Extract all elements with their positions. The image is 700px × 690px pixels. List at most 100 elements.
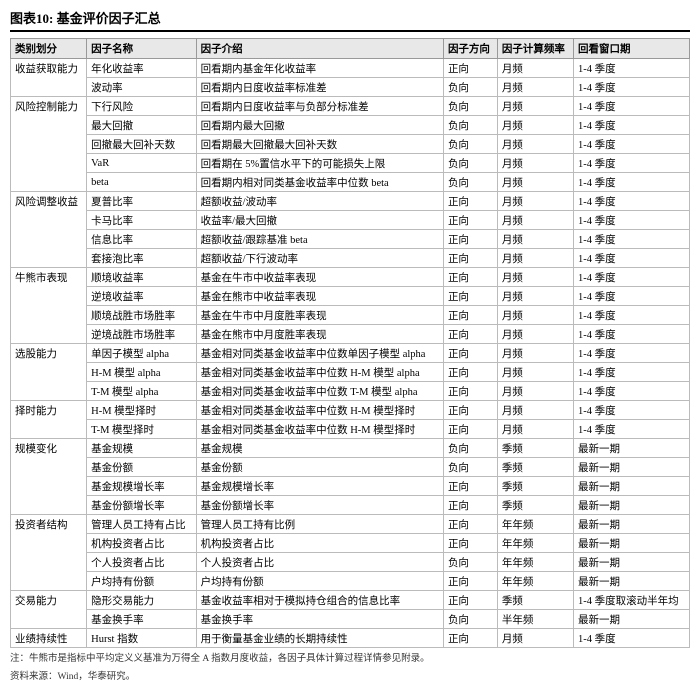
factor-desc-cell: 管理人员工持有比例 bbox=[196, 515, 443, 534]
window-cell: 最新一期 bbox=[574, 439, 690, 458]
factor-desc-cell: 回看期内最大回撤 bbox=[196, 116, 443, 135]
direction-cell: 负向 bbox=[443, 78, 497, 97]
table-row: 波动率回看期内日度收益率标准差负向月频1-4 季度 bbox=[11, 78, 690, 97]
factor-desc-cell: 回看期内基金年化收益率 bbox=[196, 59, 443, 78]
window-cell: 最新一期 bbox=[574, 496, 690, 515]
factor-name-cell: 回撤最大回补天数 bbox=[87, 135, 196, 154]
factor-desc-cell: 基金规模增长率 bbox=[196, 477, 443, 496]
col-header-factor-desc: 因子介绍 bbox=[196, 39, 443, 59]
direction-cell: 负向 bbox=[443, 439, 497, 458]
category-cell: 投资者结构 bbox=[11, 515, 87, 591]
factor-desc-cell: 基金份额增长率 bbox=[196, 496, 443, 515]
factor-desc-cell: 超额收益/下行波动率 bbox=[196, 249, 443, 268]
window-cell: 1-4 季度 bbox=[574, 116, 690, 135]
factor-name-cell: 顺境战胜市场胜率 bbox=[87, 306, 196, 325]
factor-name-cell: beta bbox=[87, 173, 196, 192]
factor-name-cell: 逆境战胜市场胜率 bbox=[87, 325, 196, 344]
freq-cell: 季频 bbox=[497, 591, 573, 610]
table-row: 信息比率超额收益/跟踪基准 beta正向月频1-4 季度 bbox=[11, 230, 690, 249]
factor-desc-cell: 回看期最大回撤最大回补天数 bbox=[196, 135, 443, 154]
source-text: 资料来源：Wind，华泰研究。 bbox=[10, 668, 690, 682]
freq-cell: 月频 bbox=[497, 78, 573, 97]
factor-name-cell: 卡马比率 bbox=[87, 211, 196, 230]
table-row: 卡马比率收益率/最大回撤正向月频1-4 季度 bbox=[11, 211, 690, 230]
factor-desc-cell: 基金收益率相对于模拟持仓组合的信息比率 bbox=[196, 591, 443, 610]
factor-name-cell: 基金份额 bbox=[87, 458, 196, 477]
factor-name-cell: T-M 模型 alpha bbox=[87, 382, 196, 401]
factor-desc-cell: 基金换手率 bbox=[196, 610, 443, 629]
factor-name-cell: 单因子模型 alpha bbox=[87, 344, 196, 363]
category-cell: 收益获取能力 bbox=[11, 59, 87, 97]
factor-name-cell: VaR bbox=[87, 154, 196, 173]
window-cell: 1-4 季度 bbox=[574, 230, 690, 249]
freq-cell: 月频 bbox=[497, 325, 573, 344]
window-cell: 最新一期 bbox=[574, 477, 690, 496]
factor-desc-cell: 基金相对同类基金收益率中位数 H-M 模型 alpha bbox=[196, 363, 443, 382]
table-row: 风险控制能力下行风险回看期内日度收益率与负部分标准差负向月频1-4 季度 bbox=[11, 97, 690, 116]
direction-cell: 正向 bbox=[443, 534, 497, 553]
category-cell: 牛熊市表现 bbox=[11, 268, 87, 344]
factor-desc-cell: 个人投资者占比 bbox=[196, 553, 443, 572]
factor-name-cell: 套接泡比率 bbox=[87, 249, 196, 268]
direction-cell: 正向 bbox=[443, 363, 497, 382]
table-row: 套接泡比率超额收益/下行波动率正向月频1-4 季度 bbox=[11, 249, 690, 268]
factor-desc-cell: 基金在熊市中月度胜率表现 bbox=[196, 325, 443, 344]
freq-cell: 月频 bbox=[497, 249, 573, 268]
direction-cell: 正向 bbox=[443, 287, 497, 306]
factor-name-cell: H-M 模型 alpha bbox=[87, 363, 196, 382]
factor-name-cell: 信息比率 bbox=[87, 230, 196, 249]
window-cell: 1-4 季度 bbox=[574, 382, 690, 401]
table-row: T-M 模型择时基金相对同类基金收益率中位数 H-M 模型择时正向月频1-4 季… bbox=[11, 420, 690, 439]
category-cell: 业绩持续性 bbox=[11, 629, 87, 648]
factor-desc-cell: 户均持有份额 bbox=[196, 572, 443, 591]
col-header-factor-name: 因子名称 bbox=[87, 39, 196, 59]
col-header-category: 类别划分 bbox=[11, 39, 87, 59]
window-cell: 最新一期 bbox=[574, 610, 690, 629]
factor-desc-cell: 回看期内日度收益率与负部分标准差 bbox=[196, 97, 443, 116]
window-cell: 最新一期 bbox=[574, 553, 690, 572]
freq-cell: 月频 bbox=[497, 306, 573, 325]
factor-name-cell: 基金规模 bbox=[87, 439, 196, 458]
factor-name-cell: 波动率 bbox=[87, 78, 196, 97]
direction-cell: 正向 bbox=[443, 306, 497, 325]
table-row: 最大回撤回看期内最大回撤负向月频1-4 季度 bbox=[11, 116, 690, 135]
freq-cell: 月频 bbox=[497, 382, 573, 401]
factor-name-cell: T-M 模型择时 bbox=[87, 420, 196, 439]
table-row: H-M 模型 alpha基金相对同类基金收益率中位数 H-M 模型 alpha正… bbox=[11, 363, 690, 382]
direction-cell: 正向 bbox=[443, 591, 497, 610]
factor-desc-cell: 基金相对同类基金收益率中位数 H-M 模型择时 bbox=[196, 420, 443, 439]
factor-name-cell: H-M 模型择时 bbox=[87, 401, 196, 420]
factor-name-cell: 隐形交易能力 bbox=[87, 591, 196, 610]
window-cell: 1-4 季度 bbox=[574, 249, 690, 268]
factor-desc-cell: 回看期在 5%置信水平下的可能损失上限 bbox=[196, 154, 443, 173]
factor-name-cell: 机构投资者占比 bbox=[87, 534, 196, 553]
table-row: 回撤最大回补天数回看期最大回撤最大回补天数负向月频1-4 季度 bbox=[11, 135, 690, 154]
factor-desc-cell: 基金份额 bbox=[196, 458, 443, 477]
category-cell: 规模变化 bbox=[11, 439, 87, 515]
freq-cell: 月频 bbox=[497, 173, 573, 192]
table-row: 逆境战胜市场胜率基金在熊市中月度胜率表现正向月频1-4 季度 bbox=[11, 325, 690, 344]
window-cell: 1-4 季度 bbox=[574, 78, 690, 97]
table-row: 逆境收益率基金在熊市中收益率表现正向月频1-4 季度 bbox=[11, 287, 690, 306]
factor-name-cell: 户均持有份额 bbox=[87, 572, 196, 591]
freq-cell: 年年频 bbox=[497, 534, 573, 553]
factor-desc-cell: 基金在牛市中收益率表现 bbox=[196, 268, 443, 287]
table-row: 规模变化基金规模基金规模负向季频最新一期 bbox=[11, 439, 690, 458]
freq-cell: 月频 bbox=[497, 344, 573, 363]
window-cell: 1-4 季度 bbox=[574, 268, 690, 287]
direction-cell: 正向 bbox=[443, 211, 497, 230]
window-cell: 1-4 季度 bbox=[574, 629, 690, 648]
factor-desc-cell: 基金相对同类基金收益率中位数 H-M 模型择时 bbox=[196, 401, 443, 420]
direction-cell: 正向 bbox=[443, 382, 497, 401]
direction-cell: 正向 bbox=[443, 515, 497, 534]
window-cell: 1-4 季度 bbox=[574, 59, 690, 78]
direction-cell: 负向 bbox=[443, 173, 497, 192]
category-cell: 风险调整收益 bbox=[11, 192, 87, 268]
direction-cell: 正向 bbox=[443, 325, 497, 344]
direction-cell: 正向 bbox=[443, 401, 497, 420]
freq-cell: 月频 bbox=[497, 116, 573, 135]
table-row: VaR回看期在 5%置信水平下的可能损失上限负向月频1-4 季度 bbox=[11, 154, 690, 173]
table-row: 选股能力单因子模型 alpha基金相对同类基金收益率中位数单因子模型 alpha… bbox=[11, 344, 690, 363]
col-header-direction: 因子方向 bbox=[443, 39, 497, 59]
freq-cell: 半年频 bbox=[497, 610, 573, 629]
